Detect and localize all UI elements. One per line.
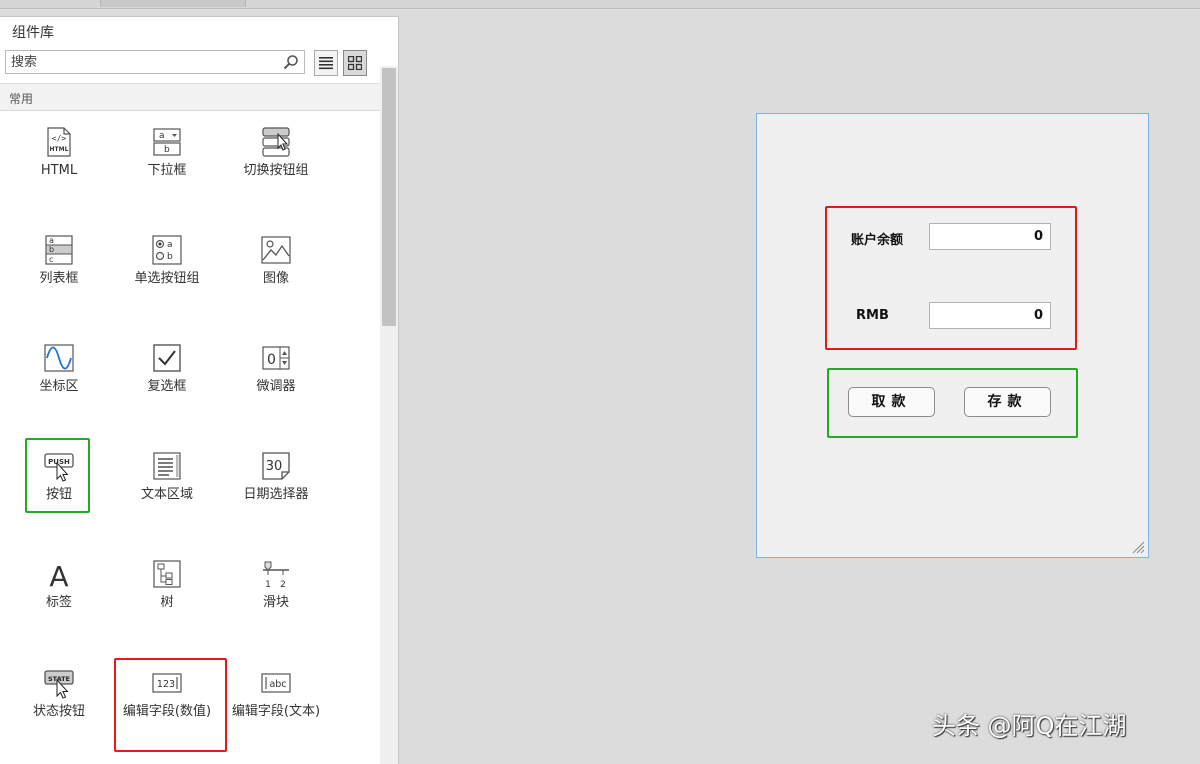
component-slider[interactable]: 1 2 滑块 bbox=[222, 558, 330, 612]
component-html[interactable]: </> HTML HTML bbox=[5, 126, 113, 180]
search-input[interactable] bbox=[11, 53, 276, 71]
component-label: 状态按钮 bbox=[32, 704, 85, 719]
html-icon: </> HTML bbox=[47, 127, 71, 157]
component-label: 下拉框 bbox=[147, 163, 187, 178]
section-header-common[interactable]: 常用 bbox=[0, 83, 380, 111]
watermark: 头条 @阿Q在江湖 bbox=[932, 712, 1127, 740]
image-icon bbox=[261, 236, 291, 264]
section-label: 常用 bbox=[9, 92, 34, 106]
numeric-field-highlight-box bbox=[114, 658, 227, 752]
component-checkbox[interactable]: 复选框 bbox=[113, 342, 221, 396]
svg-text:2: 2 bbox=[280, 580, 286, 590]
component-spinner[interactable]: 0 微调器 bbox=[222, 342, 330, 396]
axes-icon bbox=[44, 344, 74, 372]
component-tree[interactable]: 树 bbox=[113, 558, 221, 612]
toggle-button-group-icon bbox=[262, 127, 290, 157]
component-dropdown[interactable]: a b 下拉框 bbox=[113, 126, 221, 180]
component-label: 编辑字段(文本) bbox=[231, 704, 321, 719]
buttons-highlight-box bbox=[827, 368, 1078, 438]
component-label: 微调器 bbox=[256, 379, 296, 394]
search-icon[interactable] bbox=[283, 54, 299, 70]
component-label: 文本区域 bbox=[140, 487, 193, 502]
search-box[interactable] bbox=[5, 50, 305, 74]
label-icon: A bbox=[49, 560, 68, 590]
component-state-button[interactable]: STATE 状态按钮 bbox=[5, 667, 113, 721]
svg-text:a: a bbox=[49, 236, 54, 245]
component-label: 复选框 bbox=[147, 379, 187, 394]
svg-text:b: b bbox=[49, 245, 54, 254]
text-icon-text: abc bbox=[269, 679, 286, 690]
list-view-icon bbox=[319, 57, 333, 70]
radio-button-group-icon: a b bbox=[152, 235, 182, 265]
component-label: 滑块 bbox=[262, 595, 289, 610]
svg-text:b: b bbox=[164, 145, 170, 155]
listbox-icon: a b c bbox=[45, 235, 73, 265]
svg-text:HTML: HTML bbox=[50, 146, 69, 153]
document-tab[interactable] bbox=[100, 0, 246, 7]
component-label: 树 bbox=[160, 595, 174, 610]
dropdown-icon: a b bbox=[153, 128, 181, 156]
component-label: 单选按钮组 bbox=[134, 271, 200, 286]
checkbox-icon bbox=[153, 344, 181, 372]
svg-text:0: 0 bbox=[267, 352, 276, 368]
component-date-picker[interactable]: 30 日期选择器 bbox=[222, 450, 330, 504]
grid-view-icon bbox=[348, 56, 362, 70]
component-text-edit-field[interactable]: abc 编辑字段(文本) bbox=[222, 667, 330, 721]
fields-highlight-box bbox=[825, 206, 1077, 350]
component-label: HTML bbox=[40, 163, 78, 178]
component-axes[interactable]: 坐标区 bbox=[5, 342, 113, 396]
spinner-icon: 0 bbox=[262, 346, 290, 370]
button-highlight-box bbox=[25, 438, 90, 513]
component-label: 列表框 bbox=[39, 271, 79, 286]
tree-icon bbox=[153, 560, 181, 588]
grid-view-button[interactable] bbox=[343, 50, 367, 76]
slider-icon: 1 2 bbox=[263, 561, 289, 590]
text-area-icon bbox=[153, 452, 181, 480]
component-label-widget[interactable]: A 标签 bbox=[5, 558, 113, 612]
svg-text:a: a bbox=[159, 131, 165, 141]
component-label: 切换按钮组 bbox=[243, 163, 309, 178]
component-text-area[interactable]: 文本区域 bbox=[113, 450, 221, 504]
calendar-icon: 30 bbox=[262, 452, 290, 480]
panel-title: 组件库 bbox=[12, 25, 54, 41]
component-label: 日期选择器 bbox=[243, 487, 309, 502]
component-image[interactable]: 图像 bbox=[222, 234, 330, 288]
label-glyph: A bbox=[49, 560, 68, 590]
resize-grip-icon[interactable] bbox=[1131, 540, 1145, 554]
component-radio-button-group[interactable]: a b 单选按钮组 bbox=[113, 234, 221, 288]
date-text: 30 bbox=[266, 459, 283, 474]
component-listbox[interactable]: a b c 列表框 bbox=[5, 234, 113, 288]
component-label: 标签 bbox=[45, 595, 72, 610]
list-view-button[interactable] bbox=[314, 50, 338, 76]
svg-text:1: 1 bbox=[265, 580, 271, 590]
svg-text:c: c bbox=[49, 255, 53, 264]
component-label: 图像 bbox=[262, 271, 289, 286]
svg-text:</>: </> bbox=[52, 134, 67, 143]
scrollbar-thumb[interactable] bbox=[382, 68, 396, 326]
svg-text:a: a bbox=[167, 240, 173, 250]
state-button-icon: STATE bbox=[44, 670, 74, 699]
text-field-icon: abc bbox=[261, 673, 291, 693]
component-label: 坐标区 bbox=[39, 379, 79, 394]
top-tab-strip bbox=[0, 0, 1200, 9]
component-toggle-button-group[interactable]: 切换按钮组 bbox=[222, 126, 330, 180]
svg-text:b: b bbox=[167, 252, 173, 262]
library-scrollbar[interactable] bbox=[380, 66, 398, 764]
